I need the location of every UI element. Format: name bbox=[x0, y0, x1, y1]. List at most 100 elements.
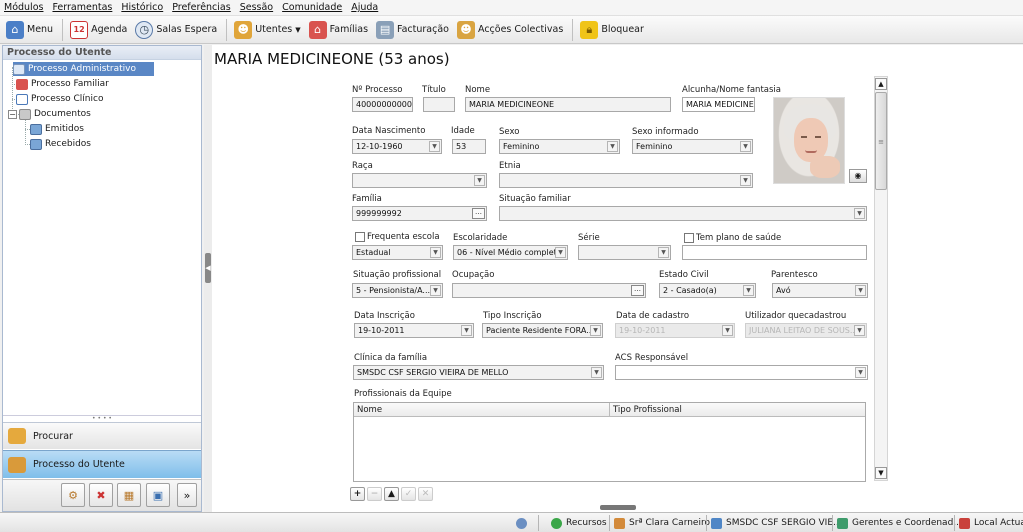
chevron-down-icon[interactable]: ▼ bbox=[591, 367, 602, 378]
ocupacao-field[interactable]: … bbox=[452, 283, 646, 298]
accoes-colectivas-button[interactable]: ☻ Acções Colectivas bbox=[454, 18, 566, 42]
confirm-button[interactable]: ✓ bbox=[401, 487, 416, 501]
horizontal-splitter[interactable] bbox=[600, 505, 636, 510]
tipo-inscricao-select[interactable]: Paciente Residente FORA... ▼ bbox=[482, 323, 603, 338]
menu-historico[interactable]: Histórico bbox=[121, 2, 163, 13]
vertical-splitter[interactable]: ◀ bbox=[204, 45, 212, 512]
situacao-profissional-select[interactable]: 5 - Pensionista/A... ▼ bbox=[352, 283, 443, 298]
data-inscricao-field[interactable]: 19-10-2011 ▼ bbox=[354, 323, 474, 338]
sexo-informado-select[interactable]: Feminino ▼ bbox=[632, 139, 753, 154]
chevron-down-icon[interactable]: ▼ bbox=[590, 325, 601, 336]
frequenta-escola-checkbox[interactable] bbox=[355, 232, 365, 242]
scroll-down-icon[interactable]: ▼ bbox=[875, 467, 887, 479]
nav-processo-utente[interactable]: Processo do Utente bbox=[3, 450, 201, 478]
tree-item-emitidos[interactable]: Emitidos bbox=[30, 122, 84, 136]
facturacao-button[interactable]: ▤ Facturação bbox=[373, 18, 452, 42]
estado-civil-select[interactable]: 2 - Casado(a) ▼ bbox=[659, 283, 756, 298]
escolaridade-select[interactable]: 06 - Nível Médio complet... ▼ bbox=[453, 245, 568, 260]
escola-tipo-select[interactable]: Estadual ▼ bbox=[352, 245, 443, 260]
chevron-down-icon[interactable]: ▼ bbox=[461, 325, 472, 336]
chevron-down-icon[interactable]: ▼ bbox=[607, 141, 618, 152]
plano-saude-field[interactable] bbox=[682, 245, 867, 260]
menu-ferramentas[interactable]: Ferramentas bbox=[52, 2, 112, 13]
tree-line bbox=[25, 119, 26, 145]
alcunha-field[interactable]: MARIA MEDICINEO bbox=[682, 97, 755, 112]
chevron-down-icon[interactable]: ▼ bbox=[740, 141, 751, 152]
salas-espera-button[interactable]: ◷ Salas Espera bbox=[132, 18, 220, 42]
status-recursos[interactable]: Recursos bbox=[551, 516, 607, 530]
label-nome: Nome bbox=[465, 85, 491, 95]
column-header-tipo-profissional[interactable]: Tipo Profissional bbox=[610, 403, 685, 416]
bloquear-button[interactable]: 🔒︎ Bloquear bbox=[577, 18, 647, 42]
add-row-button[interactable]: + bbox=[350, 487, 365, 501]
utentes-button[interactable]: ☻ Utentes ▼ bbox=[231, 18, 303, 42]
help-icon[interactable] bbox=[516, 516, 531, 530]
status-unit[interactable]: SMSDC CSF SERGIO VIE... bbox=[711, 516, 842, 530]
chevron-down-icon[interactable]: ▼ bbox=[743, 285, 754, 296]
nav-procurar[interactable]: Procurar bbox=[3, 422, 201, 449]
status-user[interactable]: Srª Clara Carneiro bbox=[614, 516, 710, 530]
acs-select[interactable]: ▼ bbox=[615, 365, 868, 380]
chevron-down-icon[interactable]: ▼ bbox=[740, 175, 751, 186]
user-remove-button[interactable]: ✖ bbox=[89, 483, 113, 507]
chevron-down-icon[interactable]: ▼ bbox=[474, 175, 485, 186]
plano-saude-checkbox[interactable] bbox=[684, 233, 694, 243]
camera-button[interactable]: ◉ bbox=[849, 169, 867, 183]
chevron-down-icon[interactable]: ▼ bbox=[555, 247, 566, 258]
raca-select[interactable]: ▼ bbox=[352, 173, 487, 188]
browse-button[interactable]: … bbox=[472, 208, 485, 219]
chevron-down-icon: ▼ bbox=[295, 25, 301, 34]
chevron-down-icon[interactable]: ▼ bbox=[854, 208, 865, 219]
move-up-button[interactable]: ▲ bbox=[384, 487, 399, 501]
vertical-scrollbar[interactable]: ▲ ≡ ▼ bbox=[874, 76, 888, 481]
num-processo-field[interactable]: 40000000000 bbox=[352, 97, 413, 112]
sexo-select[interactable]: Feminino ▼ bbox=[499, 139, 620, 154]
status-group[interactable]: Gerentes e Coordenad... bbox=[837, 516, 962, 530]
familia-field[interactable]: 999999992 … bbox=[352, 206, 487, 221]
etnia-select[interactable]: ▼ bbox=[499, 173, 753, 188]
user-settings-button[interactable]: ⚙ bbox=[61, 483, 85, 507]
data-nascimento-field[interactable]: 12-10-1960 ▼ bbox=[352, 139, 442, 154]
tree-item-processo-administrativo[interactable]: Processo Administrativo bbox=[13, 62, 154, 76]
tree-item-processo-familiar[interactable]: Processo Familiar bbox=[16, 77, 109, 91]
chevron-down-icon[interactable]: ▼ bbox=[429, 141, 440, 152]
chevron-down-icon[interactable]: ▼ bbox=[855, 367, 866, 378]
agenda-button[interactable]: 12 Agenda bbox=[67, 18, 130, 42]
nome-field[interactable]: MARIA MEDICINEONE bbox=[465, 97, 671, 112]
cancel-button[interactable]: ✕ bbox=[418, 487, 433, 501]
parentesco-select[interactable]: Avó ▼ bbox=[772, 283, 868, 298]
user-calendar-button[interactable]: ▦ bbox=[117, 483, 141, 507]
collapse-left-icon[interactable]: ◀ bbox=[205, 253, 211, 283]
browse-button[interactable]: … bbox=[631, 285, 644, 296]
menu-comunidade[interactable]: Comunidade bbox=[282, 2, 342, 13]
idade-field[interactable]: 53 bbox=[452, 139, 486, 154]
scroll-thumb[interactable]: ≡ bbox=[875, 92, 887, 190]
chevron-down-icon[interactable]: ▼ bbox=[658, 247, 669, 258]
menu-button[interactable]: ⌂ Menu bbox=[3, 18, 56, 42]
panel-splitter[interactable]: • • • • bbox=[3, 415, 201, 422]
menu-preferencias[interactable]: Preferências bbox=[172, 2, 231, 13]
tree-item-documentos[interactable]: Documentos bbox=[19, 107, 91, 121]
tree-item-processo-clinico[interactable]: Processo Clínico bbox=[16, 92, 103, 106]
tree-item-recebidos[interactable]: Recebidos bbox=[30, 137, 91, 151]
chevron-down-icon[interactable]: ▼ bbox=[430, 247, 441, 258]
scroll-up-icon[interactable]: ▲ bbox=[875, 78, 887, 90]
menu-modulos[interactable]: Módulos bbox=[4, 2, 43, 13]
column-header-nome[interactable]: Nome bbox=[354, 403, 610, 416]
situacao-familiar-select[interactable]: ▼ bbox=[499, 206, 867, 221]
users-icon: ☻ bbox=[234, 20, 253, 39]
collapse-icon[interactable]: − bbox=[8, 110, 17, 119]
serie-select[interactable]: ▼ bbox=[578, 245, 671, 260]
titulo-field[interactable] bbox=[423, 97, 455, 112]
status-local[interactable]: Local Actual bbox=[959, 516, 1023, 530]
chevron-down-icon[interactable]: ▼ bbox=[430, 285, 441, 296]
profissionais-grid[interactable]: Nome Tipo Profissional bbox=[353, 402, 866, 482]
more-button[interactable]: » bbox=[177, 483, 197, 507]
user-card-button[interactable]: ▣ bbox=[146, 483, 170, 507]
menu-ajuda[interactable]: Ajuda bbox=[351, 2, 378, 13]
chevron-down-icon[interactable]: ▼ bbox=[855, 285, 866, 296]
menu-sessao[interactable]: Sessão bbox=[240, 2, 273, 13]
remove-row-button[interactable]: − bbox=[367, 487, 382, 501]
familias-button[interactable]: ⌂ Famílias bbox=[306, 18, 371, 42]
clinica-select[interactable]: SMSDC CSF SERGIO VIEIRA DE MELLO ▼ bbox=[353, 365, 604, 380]
